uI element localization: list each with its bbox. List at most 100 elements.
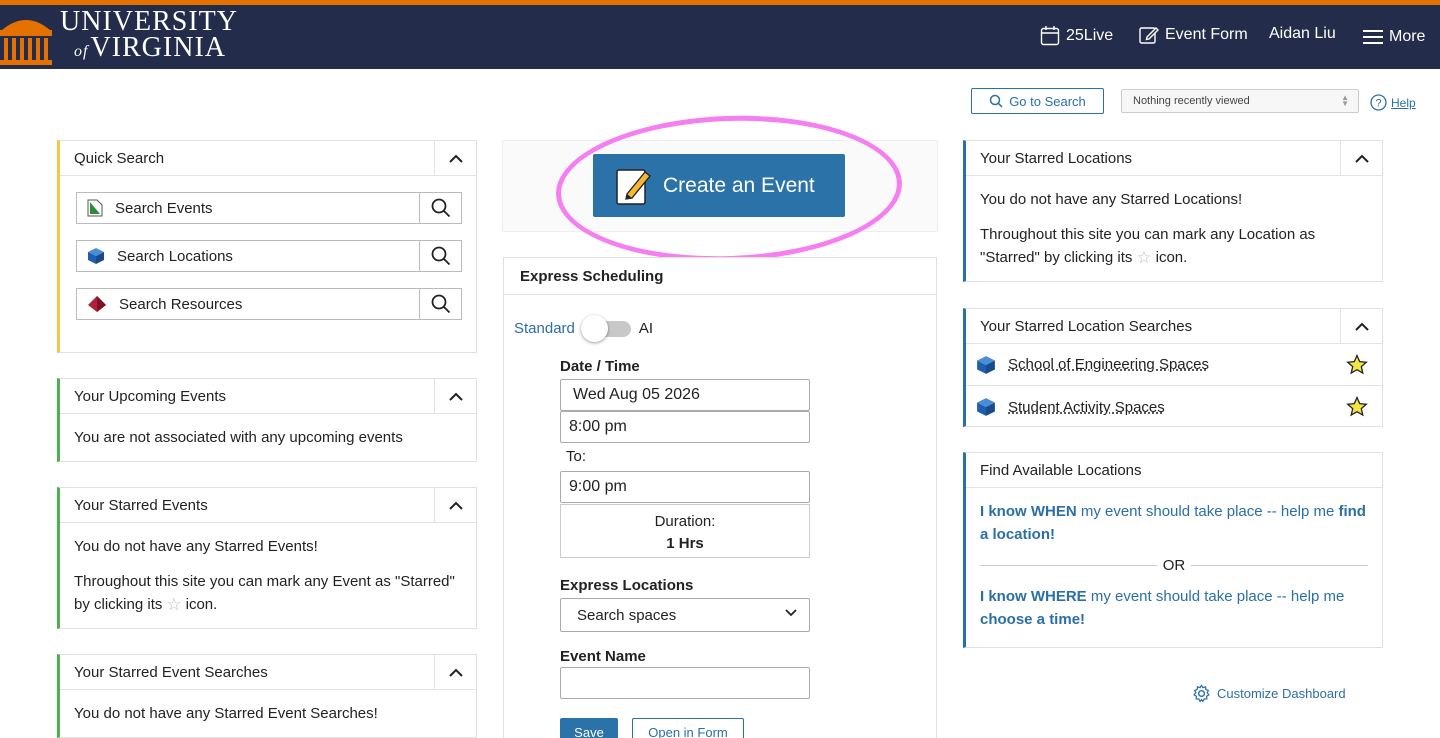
site-header: UNIVERSITY ofVIRGINIA 25Live Event Form … — [0, 5, 1440, 69]
chevron-up-icon — [1354, 154, 1369, 163]
help-link[interactable]: ? Help — [1370, 94, 1416, 111]
resource-pyramid-icon — [88, 296, 106, 312]
recently-viewed-select[interactable]: Nothing recently viewed ▲ ▼ — [1121, 89, 1359, 113]
when-text: my event should take place -- help me — [1076, 503, 1339, 520]
chevron-up-icon — [448, 154, 463, 163]
end-time-input[interactable]: 9:00 pm — [560, 471, 810, 503]
collapse-button[interactable] — [434, 488, 476, 523]
starred-event-searches-card: Your Starred Event Searches You do not h… — [57, 654, 477, 738]
chevron-up-icon — [1354, 322, 1369, 331]
upcoming-events-body: You are not associated with any upcoming… — [60, 414, 476, 463]
save-button[interactable]: Save — [560, 718, 618, 738]
date-input[interactable]: Wed Aug 05 2026 — [560, 379, 810, 411]
search-locations-field[interactable]: Search Locations — [76, 240, 420, 272]
nav-event-form-label: Event Form — [1165, 26, 1248, 43]
find-location-link[interactable]: I know WHEN my event should take place -… — [980, 500, 1368, 546]
starred-events-title: Your Starred Events — [74, 496, 208, 514]
uva-logo[interactable]: UNIVERSITY ofVIRGINIA — [0, 7, 238, 67]
express-locations-select[interactable]: Search spaces — [560, 598, 810, 632]
star-filled-icon[interactable] — [1346, 396, 1368, 417]
where-text: my event should take place -- help me — [1086, 588, 1345, 605]
search-icon — [431, 198, 450, 218]
quick-search-card: Quick Search Search Events Search Locati… — [57, 140, 477, 353]
help-label: Help — [1391, 95, 1416, 110]
nav-user-name[interactable]: Aidan Liu — [1269, 25, 1336, 43]
nav-event-form[interactable]: Event Form — [1139, 25, 1248, 45]
collapse-button[interactable] — [434, 141, 476, 176]
starred-locations-header: Your Starred Locations — [966, 141, 1382, 176]
search-resources-row: Search Resources — [76, 288, 462, 320]
search-resources-button[interactable] — [420, 288, 462, 320]
go-to-search-button[interactable]: Go to Search — [971, 88, 1104, 114]
search-events-button[interactable] — [420, 192, 462, 224]
starred-events-message: You do not have any Starred Events! — [74, 538, 318, 555]
edit-form-icon — [1139, 27, 1159, 44]
quick-search-header: Quick Search — [60, 141, 476, 176]
find-locations-header: Find Available Locations — [966, 453, 1382, 488]
customize-dashboard-link[interactable]: Customize Dashboard — [1192, 684, 1346, 703]
collapse-button[interactable] — [1340, 141, 1382, 176]
star-filled-icon[interactable] — [1346, 354, 1368, 375]
upcoming-events-header: Your Upcoming Events — [60, 379, 476, 414]
toggle-ai-label[interactable]: AI — [639, 320, 653, 337]
starred-location-search-item: School of Engineering Spaces — [966, 344, 1382, 386]
chevron-up-icon — [448, 392, 463, 401]
express-locations-value: Search spaces — [577, 606, 677, 624]
search-events-row: Search Events — [76, 192, 462, 224]
customize-dashboard-label: Customize Dashboard — [1217, 686, 1346, 701]
duration-value: 1 Hrs — [666, 535, 704, 552]
starred-events-header: Your Starred Events — [60, 488, 476, 523]
nav-more-menu[interactable]: More — [1363, 28, 1425, 46]
highlight-annotation — [553, 110, 905, 267]
choose-time-link[interactable]: I know WHERE my event should take place … — [980, 585, 1368, 631]
user-name-label: Aidan Liu — [1269, 25, 1336, 42]
toggle-knob — [580, 314, 608, 342]
search-locations-row: Search Locations — [76, 240, 462, 272]
find-locations-body: I know WHEN my event should take place -… — [966, 488, 1382, 645]
logo-virginia-text: VIRGINIA — [90, 32, 226, 63]
search-locations-button[interactable] — [420, 240, 462, 272]
location-cube-icon — [977, 398, 995, 416]
starred-locations-card: Your Starred Locations You do not have a… — [963, 140, 1383, 282]
collapse-button[interactable] — [1340, 309, 1382, 344]
or-label: OR — [1162, 557, 1186, 574]
scheduling-mode-toggle-row: Standard AI — [514, 314, 653, 342]
location-search-link[interactable]: School of Engineering Spaces — [1008, 356, 1209, 373]
search-icon — [989, 94, 1003, 108]
find-available-locations-card: Find Available Locations I know WHEN my … — [963, 452, 1383, 648]
scheduling-mode-toggle[interactable] — [580, 314, 631, 342]
hamburger-menu-icon — [1363, 30, 1383, 44]
collapse-button[interactable] — [434, 655, 476, 690]
logo-line-virginia: ofVIRGINIA — [60, 32, 238, 65]
search-resources-field[interactable]: Search Resources — [76, 288, 420, 320]
chevron-up-icon — [448, 501, 463, 510]
chevron-up-icon — [448, 668, 463, 677]
rotunda-icon — [0, 20, 52, 65]
open-in-form-button[interactable]: Open in Form — [632, 718, 744, 738]
find-locations-title: Find Available Locations — [980, 461, 1142, 479]
starred-events-hint-end: icon. — [185, 596, 218, 613]
express-locations-label: Express Locations — [560, 577, 694, 594]
nav-25live[interactable]: 25Live — [1040, 25, 1113, 47]
nav-more-label: More — [1389, 28, 1426, 45]
duration-box: Duration: 1 Hrs — [560, 504, 810, 558]
starred-locations-hint-end: icon. — [1155, 249, 1188, 266]
starred-locations-title: Your Starred Locations — [980, 149, 1133, 167]
when-bold: I know WHEN — [980, 503, 1077, 520]
starred-event-searches-title: Your Starred Event Searches — [74, 663, 268, 681]
help-circle-icon: ? — [1370, 94, 1387, 111]
search-events-label: Search Events — [115, 199, 213, 217]
where-action: choose a time! — [980, 611, 1086, 628]
upcoming-events-card: Your Upcoming Events You are not associa… — [57, 378, 477, 462]
starred-locations-message: You do not have any Starred Locations! — [980, 191, 1243, 208]
search-events-field[interactable]: Search Events — [76, 192, 420, 224]
date-time-label: Date / Time — [560, 358, 640, 375]
collapse-button[interactable] — [434, 379, 476, 414]
star-outline-icon: ☆ — [1136, 248, 1152, 267]
starred-locations-body: You do not have any Starred Locations! T… — [966, 176, 1382, 283]
starred-location-searches-title: Your Starred Location Searches — [980, 317, 1193, 335]
toggle-standard-label[interactable]: Standard — [514, 320, 575, 337]
start-time-input[interactable]: 8:00 pm — [560, 411, 810, 443]
location-search-link[interactable]: Student Activity Spaces — [1008, 399, 1165, 416]
event-name-input[interactable] — [560, 667, 810, 699]
